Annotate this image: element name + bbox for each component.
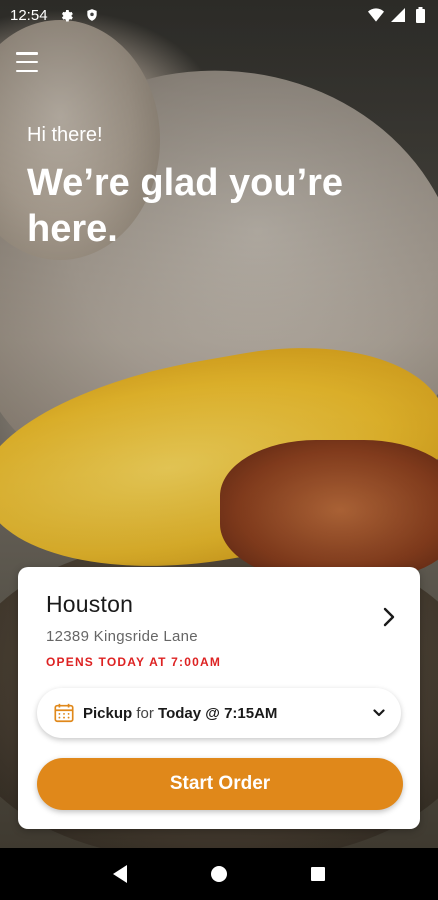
welcome-headline: We’re glad you’re here.	[27, 162, 344, 250]
hamburger-menu-icon[interactable]	[16, 52, 38, 72]
recents-icon[interactable]	[306, 862, 330, 886]
start-order-button[interactable]: Start Order	[37, 758, 403, 810]
status-bar: 12:54	[0, 0, 438, 30]
pickup-time: Today @ 7:15AM	[158, 704, 278, 722]
system-nav-bar	[0, 848, 438, 900]
battery-icon	[412, 7, 428, 23]
chevron-down-icon	[373, 709, 385, 717]
location-name: Houston	[46, 591, 134, 617]
calendar-icon	[54, 703, 74, 723]
location-hours: OPENS TODAY AT 7:00AM	[46, 655, 222, 669]
location-card: Houston 12389 Kingsride Lane OPENS TODAY…	[18, 567, 420, 829]
wifi-icon	[368, 7, 384, 23]
location-selector[interactable]: Houston 12389 Kingsride Lane OPENS TODAY…	[46, 591, 400, 671]
chevron-right-icon	[383, 607, 395, 627]
pickup-time-select[interactable]: Pickup for Today @ 7:15AM	[37, 688, 401, 738]
pickup-for-label: for	[136, 704, 154, 722]
greeting-text: Hi there!	[27, 124, 103, 146]
status-time: 12:54	[10, 6, 48, 24]
gear-icon	[58, 7, 74, 23]
back-icon[interactable]	[108, 862, 132, 886]
shield-icon	[84, 7, 100, 23]
pickup-mode: Pickup	[83, 704, 133, 722]
location-address: 12389 Kingsride Lane	[46, 628, 198, 645]
pickup-label: Pickup for Today @ 7:15AM	[83, 705, 277, 722]
signal-icon	[390, 7, 406, 23]
home-icon[interactable]	[207, 862, 231, 886]
